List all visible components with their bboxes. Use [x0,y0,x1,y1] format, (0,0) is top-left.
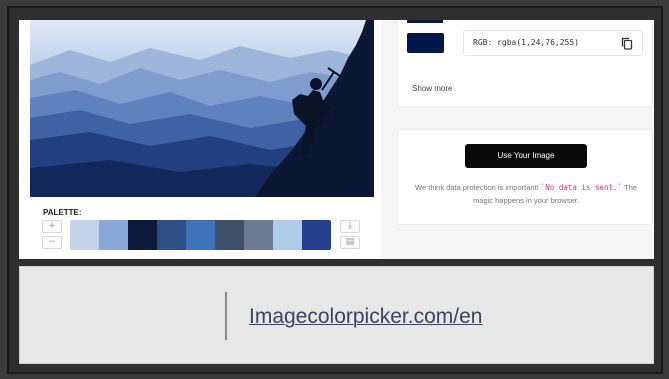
palette-label: PALETTE: [43,208,82,217]
empty-area [397,225,653,259]
source-caption: Imagecolorpicker.com/en [19,266,654,364]
minus-icon[interactable]: − [42,236,62,249]
previous-color-chip [407,20,443,23]
palette-swatch[interactable] [99,220,128,250]
palette-swatch[interactable] [244,220,273,250]
palette-actions: ⤓ ▤ [340,220,360,252]
image-panel: PALETTE: + − ⤓ ▤ [19,20,381,259]
app-screenshot: PALETTE: + − ⤓ ▤ RGB: rgba(1,24,76,255) … [19,20,654,259]
palette-swatch[interactable] [70,220,99,250]
protection-text-before: We think data protection is important! [415,183,541,192]
uploaded-image[interactable] [30,20,374,197]
download-icon[interactable]: ⤓ [340,220,360,233]
palette-swatch[interactable] [215,220,244,250]
palette-zoom-controls: + − [42,220,62,252]
palette-swatch[interactable] [128,220,157,250]
show-more-link[interactable]: Show more [412,84,452,93]
palette-swatches [70,220,331,250]
copy-icon[interactable] [621,37,633,50]
use-your-image-button[interactable]: Use Your Image [465,144,587,168]
palette-swatch[interactable] [273,220,302,250]
palette-swatch[interactable] [157,220,186,250]
mountain-climber-image[interactable] [30,20,374,197]
rgb-value-field[interactable]: RGB: rgba(1,24,76,255) [463,30,643,56]
save-icon[interactable]: ▤ [340,236,360,249]
color-info-card: RGB: rgba(1,24,76,255) Show more [397,20,653,107]
data-protection-note: We think data protection is important! `… [406,181,646,207]
rgb-value: RGB: rgba(1,24,76,255) [473,38,579,47]
palette-swatch[interactable] [302,220,331,250]
caption-divider [225,292,227,340]
plus-icon[interactable]: + [42,220,62,233]
source-link[interactable]: Imagecolorpicker.com/en [249,305,482,329]
protection-code: `No data is sent.` [540,183,623,192]
use-your-image-card: Use Your Image We think data protection … [397,129,653,225]
palette-swatch[interactable] [186,220,215,250]
selected-color-swatch [407,33,444,53]
